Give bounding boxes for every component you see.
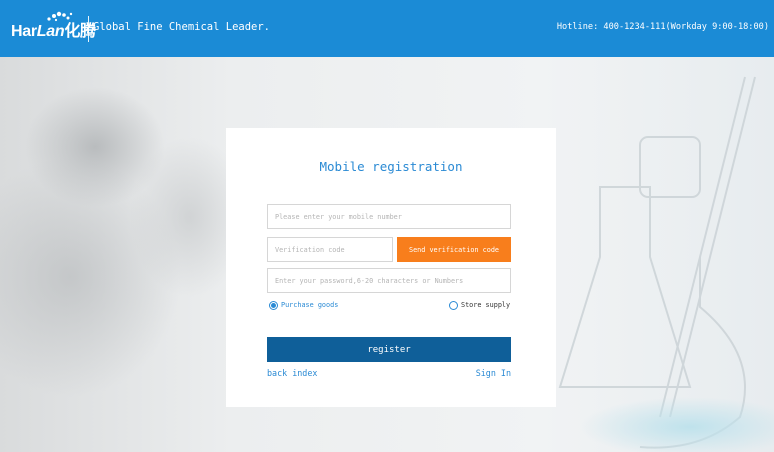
sign-in-link[interactable]: Sign In bbox=[476, 368, 511, 378]
register-button[interactable]: register bbox=[267, 337, 511, 362]
radio-unselected-icon[interactable] bbox=[449, 300, 458, 310]
logo-dots-icon bbox=[47, 11, 73, 22]
back-index-link[interactable]: back index bbox=[267, 368, 317, 378]
password-input[interactable] bbox=[267, 268, 511, 293]
site-header: HarLan化腾 Global Fine Chemical Leader. Ho… bbox=[0, 0, 774, 57]
send-verification-code-button[interactable]: Send verification code bbox=[397, 237, 511, 262]
radio-purchase-goods[interactable]: Purchase goods bbox=[269, 299, 338, 311]
radio-store-label: Store supply bbox=[461, 301, 511, 309]
mobile-number-input[interactable] bbox=[267, 204, 511, 229]
registration-title: Mobile registration bbox=[319, 159, 463, 174]
radio-selected-icon[interactable] bbox=[269, 300, 278, 310]
hotline-text: Hotline: 400-1234-111(Workday 9:00-18:00… bbox=[556, 22, 769, 32]
header-divider bbox=[88, 16, 89, 42]
radio-purchase-label: Purchase goods bbox=[281, 301, 339, 309]
radio-store-supply[interactable]: Store supply bbox=[449, 299, 510, 311]
registration-card: Mobile registration Send verification co… bbox=[226, 128, 556, 407]
verification-code-input[interactable] bbox=[267, 237, 393, 262]
header-slogan: Global Fine Chemical Leader. bbox=[93, 21, 271, 33]
harlan-logo[interactable]: HarLan化腾 bbox=[11, 11, 96, 45]
